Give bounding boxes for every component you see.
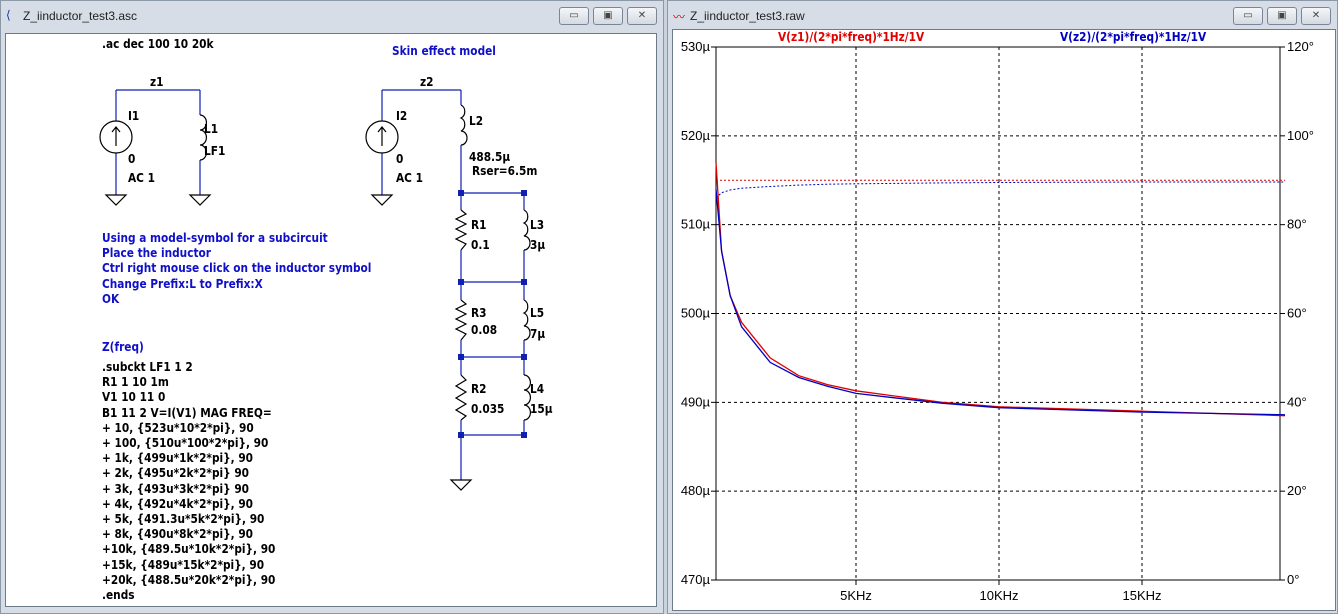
- phase-trace-2: [715, 181, 1285, 199]
- y2-tick-label: 60°: [1287, 306, 1307, 321]
- y2-tick-label: 20°: [1287, 483, 1307, 498]
- plot-area[interactable]: 470µ 0° 480µ 20° 490µ 40° 500µ 60° 510µ 80° 520µ 10…: [0, 0, 1338, 614]
- y2-tick-label: 40°: [1287, 394, 1307, 409]
- y-tick-label: 500µ: [681, 306, 711, 321]
- y2-tick-label: 120°: [1287, 39, 1314, 54]
- x-tick-label: 5KHz: [840, 588, 872, 603]
- y-tick-label: 510µ: [681, 217, 711, 232]
- y-tick-label: 530µ: [681, 39, 711, 54]
- y-tick-label: 490µ: [681, 394, 711, 409]
- y-tick-label: 470µ: [681, 572, 711, 587]
- y2-tick-label: 100°: [1287, 128, 1314, 143]
- y-tick-label: 480µ: [681, 483, 711, 498]
- y2-tick-label: 80°: [1287, 217, 1307, 232]
- x-tick-label: 10KHz: [979, 588, 1018, 603]
- y2-tick-label: 0°: [1287, 572, 1299, 587]
- x-tick-label: 15KHz: [1122, 588, 1161, 603]
- y-tick-label: 520µ: [681, 128, 711, 143]
- magnitude-trace-2: [715, 189, 1286, 416]
